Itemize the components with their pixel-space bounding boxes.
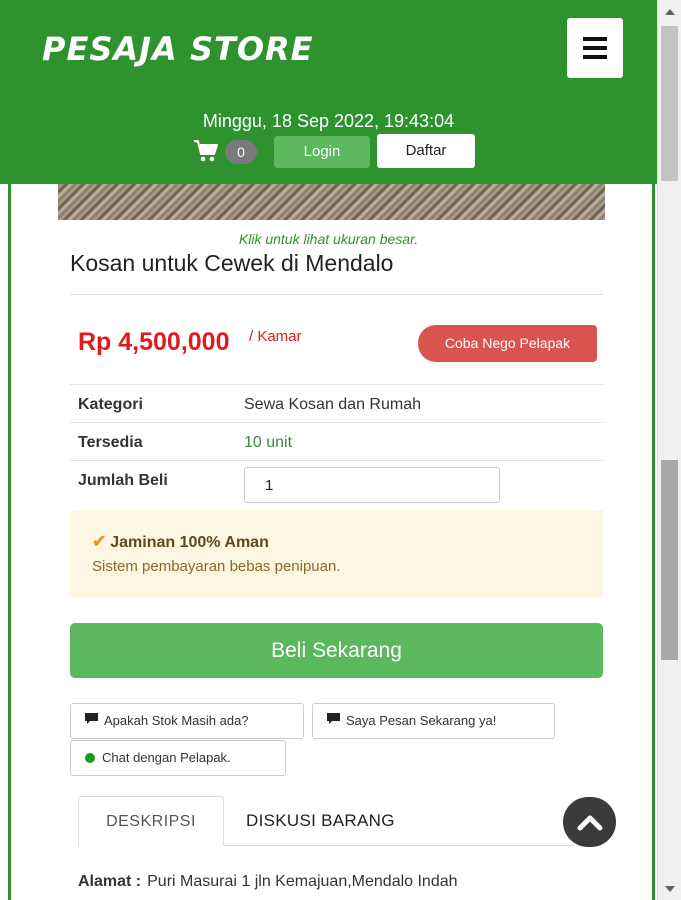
chevron-up-icon	[577, 815, 602, 831]
guarantee-title: ✔ Jaminan 100% Aman	[92, 532, 269, 552]
category-label: Kategori	[78, 396, 143, 413]
image-enlarge-caption[interactable]: Klik untuk lihat ukuran besar.	[0, 231, 657, 247]
quick-message-label: Saya Pesan Sekarang ya!	[346, 713, 497, 728]
scrollbar-track-segment	[661, 26, 678, 181]
cart-count-badge: 0	[225, 140, 257, 164]
divider	[70, 294, 603, 295]
quantity-label: Jumlah Beli	[78, 472, 168, 489]
checkmark-icon: ✔	[92, 532, 107, 551]
hamburger-menu-button[interactable]	[567, 18, 623, 78]
page-frame-right	[652, 180, 655, 900]
browser-viewport: PESAJA STORE Minggu, 18 Sep 2022, 19:43:…	[0, 0, 657, 900]
tab-diskusi-barang[interactable]: DISKUSI BARANG	[246, 796, 395, 846]
quick-message-stock-button[interactable]: Apakah Stok Masih ada?	[70, 703, 304, 739]
table-row: Jumlah Beli	[70, 460, 603, 508]
table-row: Tersedia 10 unit	[70, 422, 603, 460]
tabs-underline	[224, 845, 574, 846]
address-label: Alamat :	[78, 873, 142, 890]
chat-bubble-icon	[327, 704, 340, 738]
online-dot-icon	[85, 753, 95, 763]
quick-message-label: Apakah Stok Masih ada?	[104, 713, 249, 728]
product-address: Alamat : Puri Masurai 1 jln Kemajuan,Mend…	[78, 873, 458, 891]
vertical-scrollbar[interactable]	[657, 0, 681, 900]
hamburger-menu-icon-bar	[583, 46, 607, 50]
address-value: Puri Masurai 1 jln Kemajuan,Mendalo Inda…	[147, 873, 458, 890]
quantity-input[interactable]	[244, 467, 500, 503]
table-row: Kategori Sewa Kosan dan Rumah	[70, 384, 603, 422]
product-image[interactable]	[58, 184, 605, 220]
category-value: Sewa Kosan dan Rumah	[244, 396, 421, 413]
register-button[interactable]: Daftar	[377, 134, 475, 168]
shopping-cart-icon[interactable]	[193, 138, 219, 164]
site-header: PESAJA STORE Minggu, 18 Sep 2022, 19:43:…	[0, 0, 657, 184]
product-tabs: DESKRIPSI DISKUSI BARANG	[78, 796, 578, 846]
tab-deskripsi[interactable]: DESKRIPSI	[78, 796, 224, 846]
chat-seller-button[interactable]: Chat dengan Pelapak.	[70, 740, 286, 776]
guarantee-text: Sistem pembayaran bebas penipuan.	[92, 558, 341, 575]
hamburger-menu-icon	[583, 37, 607, 41]
buy-now-button[interactable]: Beli Sekarang	[70, 623, 603, 678]
quick-message-label: Chat dengan Pelapak.	[102, 750, 231, 765]
quick-message-order-button[interactable]: Saya Pesan Sekarang ya!	[312, 703, 555, 739]
guarantee-box: ✔ Jaminan 100% Aman Sistem pembayaran beb…	[70, 510, 603, 597]
scroll-up-arrow-icon[interactable]	[658, 0, 681, 22]
price-unit: / Kamar	[249, 328, 302, 345]
stock-value: 10 unit	[244, 434, 293, 451]
guarantee-title-text: Jaminan 100% Aman	[110, 534, 269, 551]
product-price: Rp 4,500,000	[78, 328, 230, 356]
page-frame-left	[8, 180, 11, 900]
current-datetime: Minggu, 18 Sep 2022, 19:43:04	[202, 111, 455, 131]
scroll-down-arrow-icon[interactable]	[658, 878, 681, 900]
stock-label: Tersedia	[78, 434, 143, 451]
product-details-table: Kategori Sewa Kosan dan Rumah Tersedia 1…	[70, 384, 603, 508]
scrollbar-thumb[interactable]	[661, 460, 678, 660]
login-button[interactable]: Login	[274, 136, 370, 168]
negotiate-button[interactable]: Coba Nego Pelapak	[418, 325, 597, 362]
store-logo[interactable]: PESAJA STORE	[42, 30, 314, 68]
product-title: Kosan untuk Cewek di Mendalo	[70, 250, 394, 276]
chat-bubble-icon	[85, 704, 98, 738]
scroll-to-top-button[interactable]	[563, 797, 616, 847]
hamburger-menu-icon-bar	[583, 55, 607, 59]
